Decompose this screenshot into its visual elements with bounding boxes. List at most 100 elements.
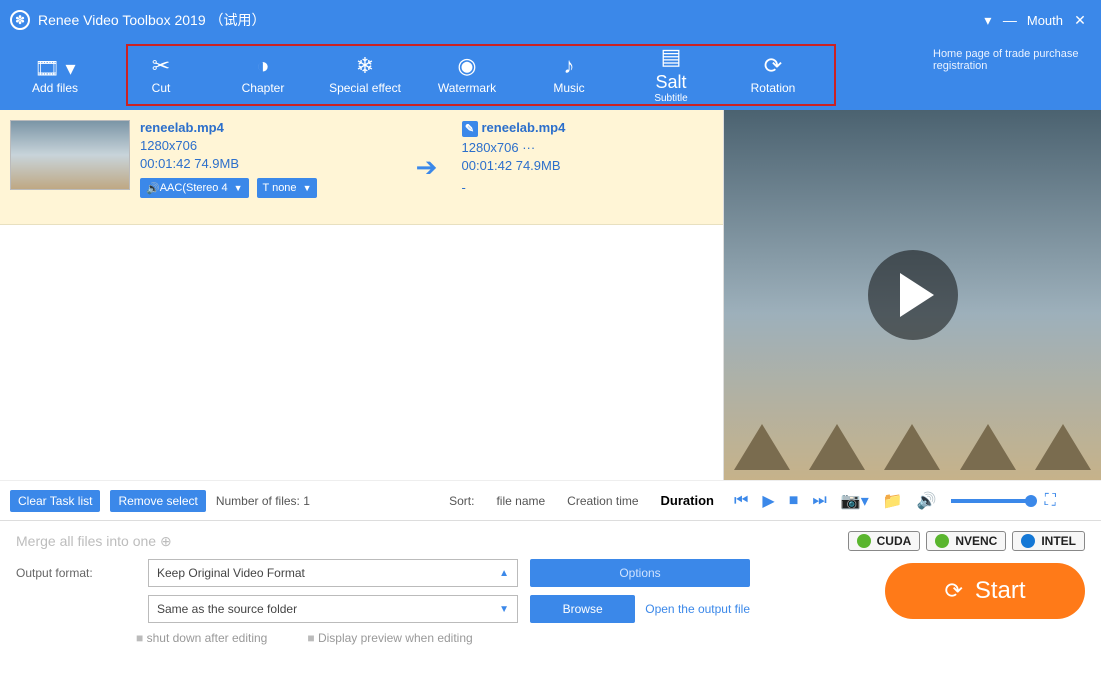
play-overlay-button[interactable]: [868, 250, 958, 340]
bottom-panel: Merge all files into one ⊕ CUDA NVENC IN…: [0, 520, 1101, 649]
destination-folder-value: Same as the source folder: [157, 602, 297, 616]
merge-files-toggle[interactable]: Merge all files into one ⊕: [16, 533, 172, 550]
main-toolbar: 🎞 ▾ Add files ✂ Cut ◑ Chapter ❄ Special …: [0, 40, 1101, 110]
tab-rotation-label: Rotation: [751, 81, 796, 95]
sort-by-duration[interactable]: Duration: [661, 493, 714, 508]
playback-controls: ⏮ ▶ ■ ⏭ 📷▾ 📁 🔊 ⛶: [724, 480, 1101, 520]
volume-slider[interactable]: [951, 499, 1031, 503]
open-output-link[interactable]: Open the output file: [645, 602, 750, 616]
preview-scene: [724, 380, 1101, 470]
refresh-icon: ⟳: [944, 578, 962, 604]
app-logo-icon: ✽: [10, 10, 30, 30]
output-format-select[interactable]: Keep Original Video Format ▲: [148, 559, 518, 587]
hardware-accel-badges: CUDA NVENC INTEL: [848, 531, 1085, 551]
start-label: Start: [975, 577, 1026, 605]
intel-badge[interactable]: INTEL: [1012, 531, 1085, 551]
cuda-badge[interactable]: CUDA: [848, 531, 921, 551]
tab-effect-label: Special effect: [329, 81, 401, 95]
edit-icon[interactable]: ✎: [462, 121, 478, 137]
file-input-info: reneelab.mp4 1280x706 00:01:42 74.9MB 🔊 …: [140, 120, 392, 214]
nvidia-icon: [857, 534, 871, 548]
output-duration-size: 00:01:42 74.9MB: [462, 158, 714, 173]
title-bar: ✽ Renee Video Toolbox 2019 （试用） ▾ — Mout…: [0, 0, 1101, 40]
clear-tasklist-button[interactable]: Clear Task list: [10, 490, 100, 512]
play-button[interactable]: ▶: [762, 491, 774, 511]
tab-subtitle-label: Subtitle: [654, 93, 687, 104]
nvidia-icon: [935, 534, 949, 548]
close-button[interactable]: ✕: [1069, 12, 1091, 29]
tab-effect[interactable]: ❄ Special effect: [314, 40, 416, 110]
stop-button[interactable]: ■: [789, 492, 799, 510]
start-button[interactable]: ⟳ Start: [885, 563, 1085, 619]
fullscreen-button[interactable]: ⛶: [1045, 492, 1056, 510]
subtitle-icon: ▤: [661, 46, 682, 68]
chapter-icon: ◑: [256, 55, 269, 77]
rotation-icon: ⟳: [764, 55, 782, 77]
file-output-info: ✎reneelab.mp4 1280x706 ··· 00:01:42 74.9…: [462, 120, 714, 214]
nvenc-badge[interactable]: NVENC: [926, 531, 1006, 551]
toggle-icon: ⊕: [160, 533, 172, 549]
output-resolution: 1280x706 ···: [462, 140, 714, 155]
audio-track-select[interactable]: 🔊 AAC(Stereo 4 ▼: [140, 178, 249, 198]
chevron-up-icon: ▲: [499, 568, 509, 579]
snapshot-button[interactable]: 📷▾: [841, 491, 869, 511]
sort-by-creation-time[interactable]: Creation time: [567, 494, 638, 508]
next-button[interactable]: ⏭: [812, 492, 826, 510]
speaker-icon: 🔊: [146, 182, 160, 195]
tab-chapter[interactable]: ◑ Chapter: [212, 40, 314, 110]
film-icon: 🎞 ▾: [35, 56, 76, 81]
shutdown-after-checkbox[interactable]: shut down after editing: [136, 631, 267, 645]
tab-music[interactable]: ♪ Music: [518, 40, 620, 110]
browse-button[interactable]: Browse: [530, 595, 635, 623]
destination-folder-select[interactable]: Same as the source folder ▼: [148, 595, 518, 623]
file-list-footer: Clear Task list Remove select Number of …: [0, 480, 724, 520]
scissors-icon: ✂: [152, 55, 170, 77]
tab-watermark-label: Watermark: [438, 81, 496, 95]
app-title: Renee Video Toolbox 2019 （试用）: [38, 10, 266, 30]
effect-icon: ❄: [356, 55, 374, 77]
output-filename: ✎reneelab.mp4: [462, 120, 714, 137]
input-filename: reneelab.mp4: [140, 120, 392, 135]
preview-pane: [724, 110, 1101, 480]
homepage-link[interactable]: Home page of trade purchase registration: [921, 40, 1101, 110]
audio-track-value: AAC(Stereo 4: [160, 182, 228, 194]
intel-icon: [1021, 534, 1035, 548]
remove-selected-button[interactable]: Remove select: [110, 490, 205, 512]
open-folder-button[interactable]: 📁: [883, 491, 903, 511]
input-duration-size: 00:01:42 74.9MB: [140, 156, 392, 171]
add-files-button[interactable]: 🎞 ▾ Add files: [0, 40, 110, 110]
volume-icon[interactable]: 🔊: [917, 491, 937, 511]
sort-by-filename[interactable]: file name: [496, 494, 545, 508]
output-format-value: Keep Original Video Format: [157, 566, 305, 580]
file-list: reneelab.mp4 1280x706 00:01:42 74.9MB 🔊 …: [0, 110, 724, 480]
subtitle-track-value: T none: [263, 182, 297, 194]
chevron-down-icon: ▼: [499, 604, 509, 615]
options-button[interactable]: Options: [530, 559, 750, 587]
file-row[interactable]: reneelab.mp4 1280x706 00:01:42 74.9MB 🔊 …: [0, 110, 723, 225]
tab-rotation[interactable]: ⟳ Rotation: [722, 40, 824, 110]
input-resolution: 1280x706: [140, 138, 392, 153]
output-format-label: Output format:: [16, 566, 136, 580]
tab-chapter-label: Chapter: [242, 81, 285, 95]
tab-music-label: Music: [553, 81, 584, 95]
subtitle-track-select[interactable]: T none ▼: [257, 178, 318, 198]
tab-cut[interactable]: ✂ Cut: [110, 40, 212, 110]
minimize-button[interactable]: —: [999, 12, 1021, 28]
music-icon: ♪: [564, 55, 575, 77]
tab-cut-label: Cut: [152, 81, 171, 95]
tab-subtitle[interactable]: ▤ Salt Subtitle: [620, 40, 722, 110]
chevron-down-icon: ▼: [303, 183, 312, 193]
tab-subtitle-big: Salt: [655, 72, 686, 93]
add-files-label: Add files: [32, 81, 78, 95]
display-preview-checkbox[interactable]: Display preview when editing: [307, 631, 472, 645]
menu-dropdown-icon[interactable]: ▾: [977, 12, 999, 29]
file-count-label: Number of files: 1: [216, 494, 310, 508]
play-icon: [900, 273, 934, 317]
chevron-down-icon: ▼: [234, 183, 243, 193]
watermark-icon: ◉: [457, 55, 476, 77]
sort-label: Sort:: [449, 494, 474, 508]
tab-watermark[interactable]: ◉ Watermark: [416, 40, 518, 110]
preview-video[interactable]: [724, 110, 1101, 480]
prev-button[interactable]: ⏮: [734, 492, 748, 510]
mouth-label[interactable]: Mouth: [1027, 13, 1063, 28]
